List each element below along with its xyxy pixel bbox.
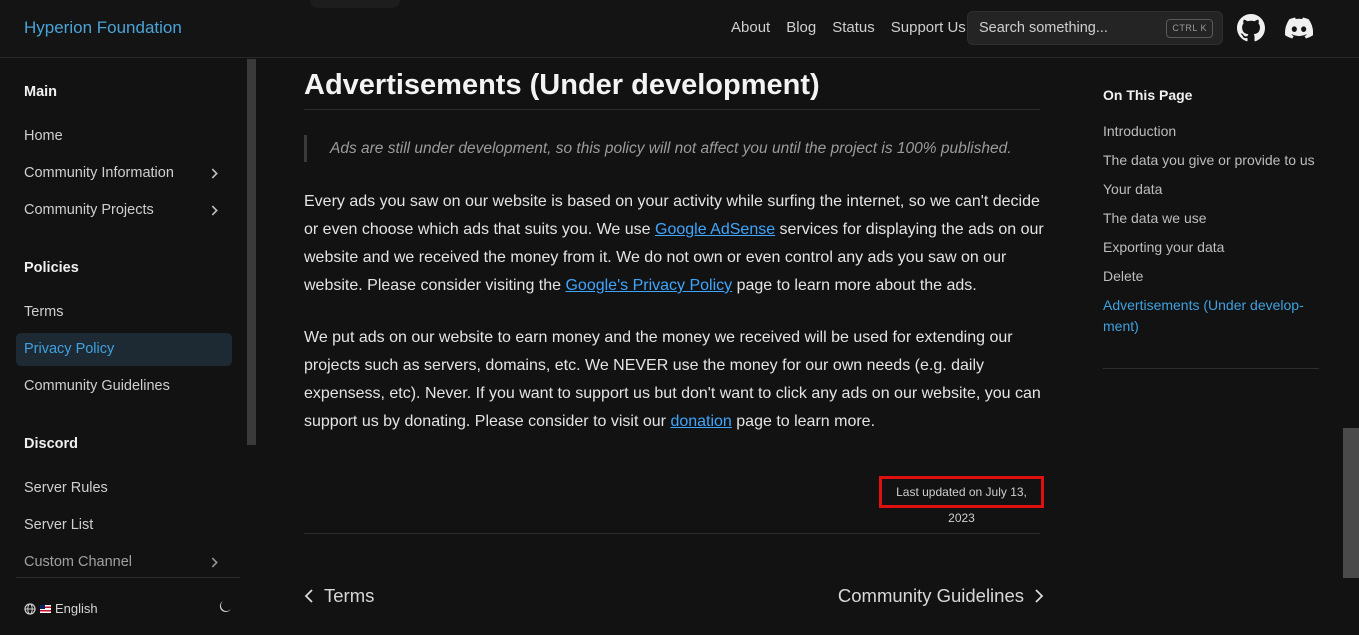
discord-icon[interactable] [1285, 15, 1313, 41]
sidebar-item-terms[interactable]: Terms [16, 296, 232, 329]
sidebar-item-community-projects[interactable]: Community Projects [16, 194, 232, 227]
sidebar-group-main: Main [24, 84, 58, 100]
sidebar-item-label: Community Guidelines [24, 378, 170, 394]
toc-item-your-data[interactable]: Your data [1103, 181, 1162, 197]
chevron-right-icon [211, 557, 218, 568]
prev-page-label: Terms [324, 585, 375, 606]
language-label: English [55, 601, 98, 616]
donation-link[interactable]: donation [670, 413, 731, 430]
last-updated-label: Last updated on July 13, 2023 [879, 476, 1044, 525]
site-brand-link[interactable]: Hyperion Foundation [24, 18, 182, 38]
sidebar-item-label: Community Information [24, 165, 174, 181]
sidebar-item-label: Home [24, 128, 63, 144]
sidebar-scrollbar[interactable] [247, 59, 256, 445]
toc-item-advertisements[interactable]: Advertisements (Under develop-ment) [1103, 295, 1319, 337]
toc-item-data-we-use[interactable]: The data we use [1103, 210, 1207, 226]
nav-links: About Blog Status Support Us [731, 19, 966, 36]
paragraph-ads-info: Every ads you saw on our website is base… [304, 188, 1044, 300]
toc-item-introduction[interactable]: Introduction [1103, 123, 1176, 139]
moon-icon[interactable] [218, 600, 232, 614]
nav-link-blog[interactable]: Blog [786, 19, 816, 36]
chevron-right-icon [211, 205, 218, 216]
language-selector[interactable]: English [24, 601, 98, 616]
nav-link-support-us[interactable]: Support Us [891, 19, 966, 36]
page-title: Advertisements (Under development) [304, 69, 820, 101]
chevron-right-icon [211, 168, 218, 179]
nav-link-status[interactable]: Status [832, 19, 875, 36]
sidebar-item-label: Terms [24, 304, 64, 320]
sidebar-item-label: Server Rules [24, 480, 108, 496]
sidebar-item-community-information[interactable]: Community Information [16, 157, 232, 190]
search-placeholder: Search something... [979, 20, 1108, 36]
sidebar-group-discord: Discord [24, 436, 78, 452]
toc-item-data-you-give[interactable]: The data you give or provide to us [1103, 152, 1315, 168]
sidebar-item-label: Custom Channel [24, 554, 132, 570]
top-navbar: Hyperion Foundation About Blog Status Su… [0, 0, 1359, 58]
heading-divider [304, 109, 1040, 110]
prev-page-link[interactable]: Terms [304, 585, 374, 607]
decorative-tab-edge [310, 0, 400, 8]
chevron-left-icon [304, 589, 313, 603]
toc-item-exporting[interactable]: Exporting your data [1103, 239, 1224, 255]
globe-icon [24, 602, 36, 615]
nav-link-about[interactable]: About [731, 19, 770, 36]
sidebar-item-label: Community Projects [24, 202, 154, 218]
sidebar-item-server-list[interactable]: Server List [16, 509, 232, 542]
sidebar-item-home[interactable]: Home [16, 120, 232, 153]
google-adsense-link[interactable]: Google AdSense [655, 221, 775, 238]
sidebar: Main Home Community Information Communit… [0, 59, 258, 635]
sidebar-item-label: Privacy Policy [24, 341, 115, 357]
sidebar-item-label: Server List [24, 517, 94, 533]
text: page to learn more. [731, 413, 876, 430]
sidebar-item-server-rules[interactable]: Server Rules [16, 472, 232, 505]
content-divider [304, 533, 1040, 534]
uk-flag-icon [40, 604, 51, 613]
github-icon[interactable] [1237, 14, 1265, 42]
note-blockquote: Ads are still under development, so this… [304, 135, 1012, 162]
sidebar-item-custom-channel[interactable]: Custom Channel [16, 546, 232, 579]
search-shortcut-badge: CTRL K [1166, 19, 1213, 38]
sidebar-item-privacy-policy[interactable]: Privacy Policy [16, 333, 232, 366]
toc-item-delete[interactable]: Delete [1103, 268, 1143, 284]
sidebar-group-policies: Policies [24, 260, 79, 276]
search-button[interactable]: Search something... CTRL K [967, 11, 1223, 45]
next-page-label: Community Guidelines [837, 585, 1024, 606]
sidebar-footer: English [16, 577, 240, 635]
next-page-link[interactable]: Community Guidelines [838, 585, 1044, 607]
toc-title: On This Page [1103, 87, 1193, 103]
paragraph-ads-purpose: We put ads on our website to earn money … [304, 324, 1044, 436]
chevron-right-icon [1035, 589, 1044, 603]
page-scrollbar[interactable] [1343, 428, 1359, 578]
text: page to learn more about the ads. [732, 277, 977, 294]
sidebar-item-community-guidelines[interactable]: Community Guidelines [16, 370, 232, 403]
toc-divider [1103, 368, 1319, 369]
google-privacy-policy-link[interactable]: Google's Privacy Policy [565, 277, 732, 294]
